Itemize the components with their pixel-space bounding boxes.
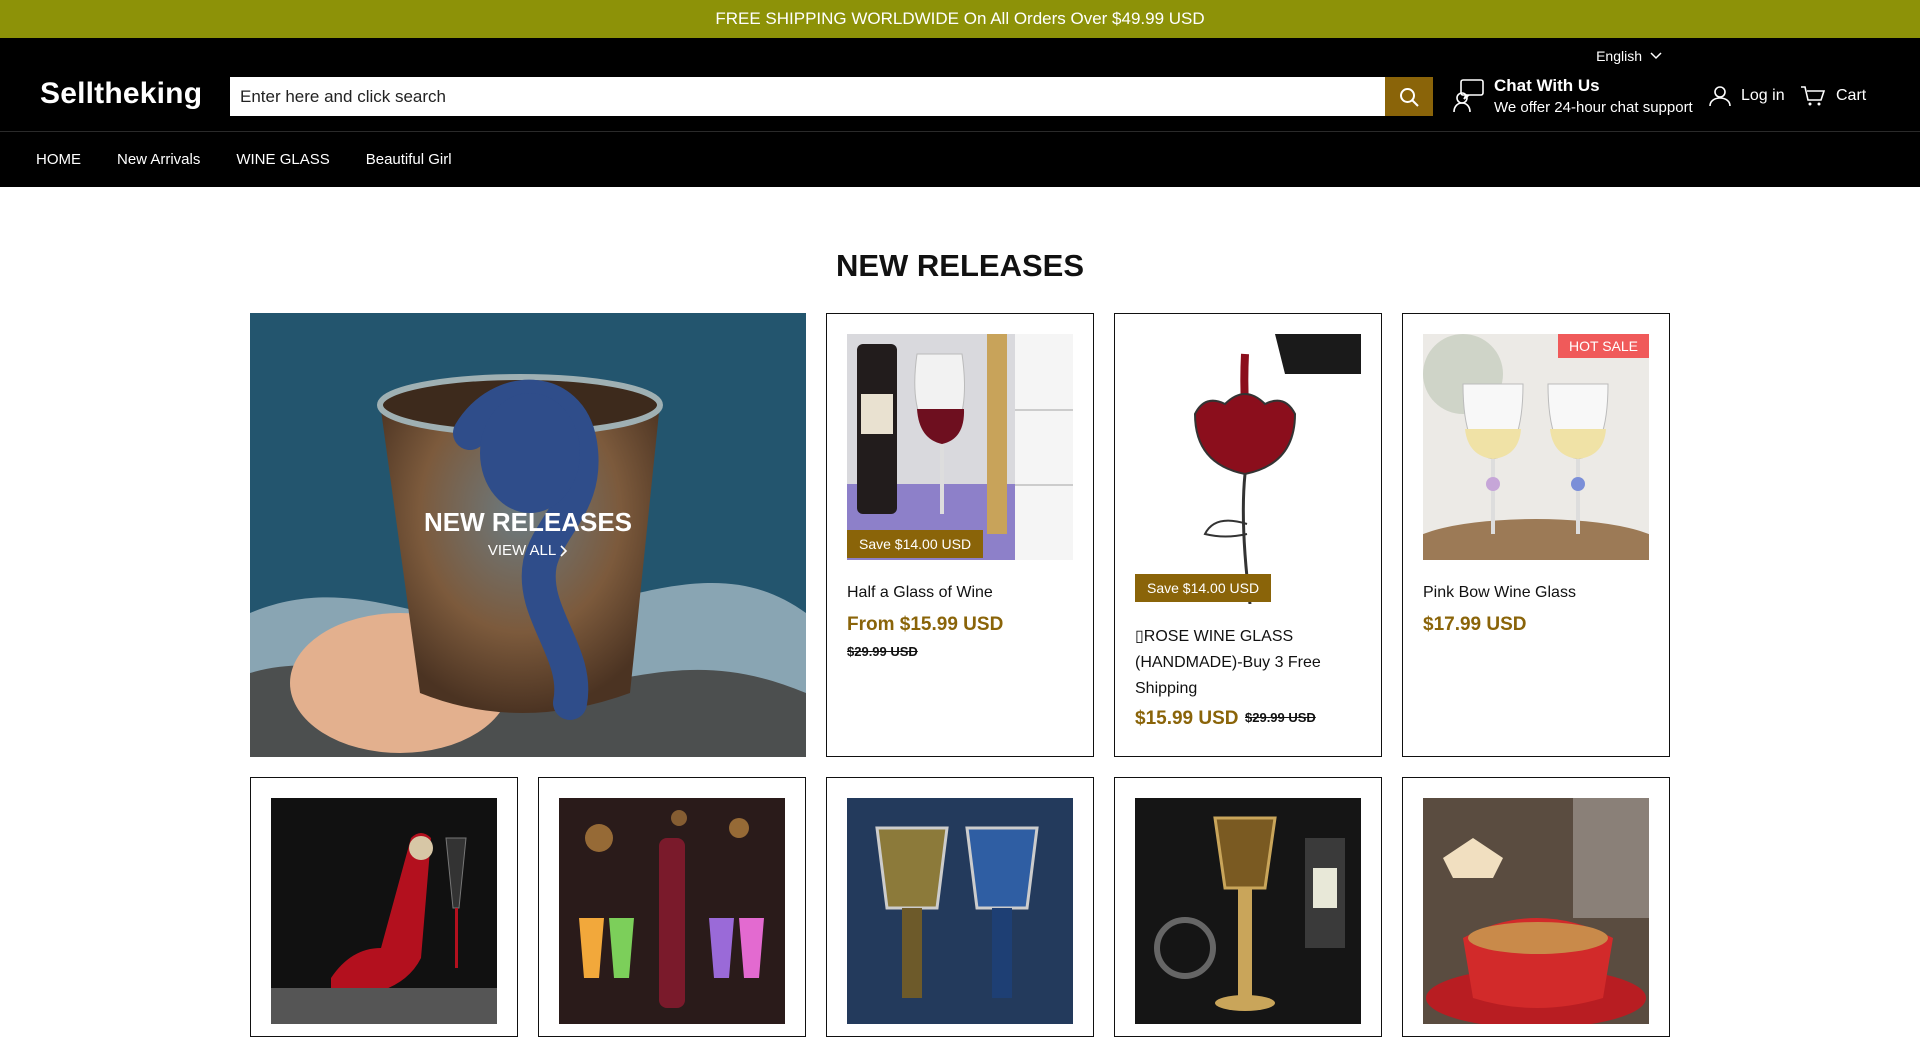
search-bar xyxy=(230,77,1433,116)
save-badge: Save $14.00 USD xyxy=(847,530,984,558)
announcement-text: FREE SHIPPING WORLDWIDE On All Orders Ov… xyxy=(715,9,1205,28)
product-card[interactable] xyxy=(1114,777,1382,1037)
login-label: Log in xyxy=(1741,87,1785,104)
view-all-label: VIEW ALL xyxy=(487,542,557,559)
product-card[interactable]: Save $14.00 USD Half a Glass of Wine Fro… xyxy=(826,313,1094,757)
cart-link[interactable]: Cart xyxy=(1800,85,1866,107)
product-image xyxy=(271,798,497,1024)
chevron-right-icon xyxy=(560,544,568,557)
new-releases-hero[interactable]: NEW RELEASES VIEW ALL xyxy=(250,313,806,757)
login-link[interactable]: Log in xyxy=(1709,85,1785,107)
nav-item-home[interactable]: HOME xyxy=(36,151,81,168)
chevron-down-icon xyxy=(1650,52,1662,60)
product-compare-price: $29.99 USD xyxy=(847,644,918,659)
nav-item-beautiful-girl[interactable]: Beautiful Girl xyxy=(366,151,452,168)
product-compare-price: $29.99 USD xyxy=(1245,710,1316,725)
view-all-link[interactable]: VIEW ALL xyxy=(488,542,568,559)
product-image xyxy=(847,334,1073,560)
chat-support-icon xyxy=(1453,79,1484,113)
search-input[interactable] xyxy=(230,77,1385,116)
product-card[interactable] xyxy=(1402,777,1670,1037)
announcement-bar: FREE SHIPPING WORLDWIDE On All Orders Ov… xyxy=(0,0,1920,38)
user-icon xyxy=(1709,86,1731,107)
chat-title: Chat With Us xyxy=(1494,76,1600,95)
product-image xyxy=(1135,334,1361,604)
hot-sale-badge: HOT SALE xyxy=(1558,334,1649,358)
product-title[interactable]: ▯ROSE WINE GLASS (HANDMADE)-Buy 3 Free S… xyxy=(1135,624,1361,702)
product-card[interactable]: HOT SALE Pink Bow Wine Glass $17.99 USD xyxy=(1402,313,1670,757)
language-selector[interactable]: English xyxy=(1596,48,1662,64)
product-image xyxy=(1423,798,1649,1024)
site-logo[interactable]: Selltheking xyxy=(40,77,202,111)
chat-support[interactable]: Chat With Us We offer 24-hour chat suppo… xyxy=(1452,76,1693,116)
nav-item-wine-glass[interactable]: WINE GLASS xyxy=(236,151,329,168)
product-card[interactable] xyxy=(250,777,518,1037)
product-price: From $15.99 USD xyxy=(847,614,1004,635)
product-price: $17.99 USD xyxy=(1423,614,1527,635)
product-price: $15.99 USD xyxy=(1135,708,1239,729)
product-title[interactable]: Half a Glass of Wine xyxy=(847,580,1073,606)
search-button[interactable] xyxy=(1385,77,1433,116)
site-header: English Selltheking Chat With Us We offe… xyxy=(0,38,1920,131)
cart-icon xyxy=(1801,86,1826,106)
nav-item-new-arrivals[interactable]: New Arrivals xyxy=(117,151,200,168)
product-card[interactable] xyxy=(826,777,1094,1037)
product-image xyxy=(847,798,1073,1024)
cart-label: Cart xyxy=(1836,87,1867,104)
hero-title: NEW RELEASES xyxy=(423,507,633,537)
product-card[interactable] xyxy=(538,777,806,1037)
product-title[interactable]: Pink Bow Wine Glass xyxy=(1423,580,1649,606)
product-card[interactable]: Save $14.00 USD ▯ROSE WINE GLASS (HANDMA… xyxy=(1114,313,1382,757)
language-label: English xyxy=(1596,48,1642,64)
section-title: NEW RELEASES xyxy=(835,248,1085,283)
product-image xyxy=(559,798,785,1024)
search-icon xyxy=(1400,87,1419,107)
chat-subtitle: We offer 24-hour chat support xyxy=(1494,99,1693,116)
product-image xyxy=(1135,798,1361,1024)
save-badge: Save $14.00 USD xyxy=(1135,574,1272,602)
hero-overlay: NEW RELEASES VIEW ALL xyxy=(250,507,806,560)
main-nav: HOME New Arrivals WINE GLASS Beautiful G… xyxy=(0,131,1920,187)
product-image: HOT SALE xyxy=(1423,334,1649,560)
